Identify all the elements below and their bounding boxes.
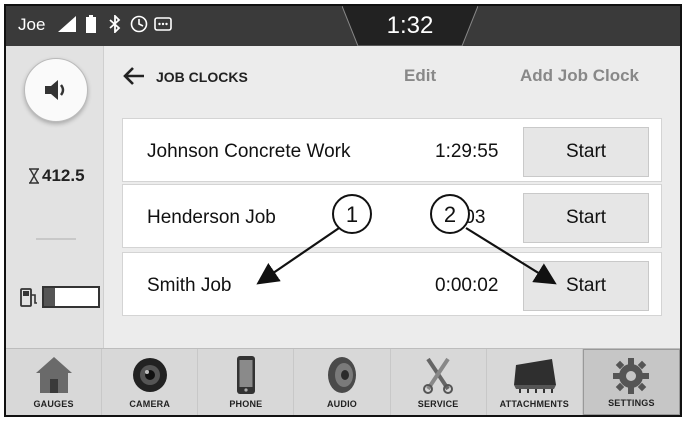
clock-icon bbox=[130, 15, 148, 33]
add-job-clock-button[interactable]: Add Job Clock bbox=[520, 66, 639, 86]
engine-hours: 412.5 bbox=[28, 166, 85, 186]
nav-label: SERVICE bbox=[417, 399, 459, 409]
nav-label: PHONE bbox=[229, 399, 263, 409]
wrench-icon bbox=[423, 357, 454, 394]
camera-icon bbox=[132, 358, 167, 392]
edit-button[interactable]: Edit bbox=[404, 66, 436, 86]
hourglass-icon bbox=[29, 168, 39, 184]
fuel-indicator bbox=[20, 286, 100, 308]
left-rail: 412.5 bbox=[6, 46, 104, 348]
nav-label: CAMERA bbox=[129, 399, 171, 409]
job-name: Smith Job bbox=[147, 275, 232, 296]
clock-time: 1:32 bbox=[386, 12, 434, 39]
phone-icon bbox=[236, 356, 255, 394]
fuel-pump-icon bbox=[20, 288, 37, 307]
clock-tab: 1:32 bbox=[342, 6, 478, 46]
nav-camera[interactable]: CAMERA bbox=[102, 349, 199, 415]
panel-header: JOB CLOCKS Edit Add Job Clock bbox=[104, 46, 680, 106]
bottom-nav: GAUGES CAMERA PHONE AUDIO SERVICE ATTACH… bbox=[6, 348, 680, 415]
job-time: 1:29:55 bbox=[435, 141, 499, 162]
job-name: Henderson Job bbox=[147, 207, 276, 228]
nav-label: ATTACHMENTS bbox=[499, 399, 569, 409]
job-row: Smith Job 0:00:02 Start bbox=[122, 252, 662, 316]
job-clocks-panel: JOB CLOCKS Edit Add Job Clock Johnson Co… bbox=[104, 46, 680, 348]
start-button[interactable]: Start bbox=[523, 193, 649, 243]
nav-service[interactable]: SERVICE bbox=[391, 349, 487, 415]
nav-label: GAUGES bbox=[33, 399, 74, 409]
job-row: Henderson Job :03 Start bbox=[122, 184, 662, 248]
battery-icon bbox=[82, 15, 100, 33]
start-button[interactable]: Start bbox=[523, 261, 649, 311]
status-icons bbox=[58, 15, 172, 33]
job-time: :03 bbox=[459, 207, 486, 228]
app-window: Joe 1:32 412.5 JOB CLOCKS Edit Add Job C… bbox=[4, 4, 682, 417]
speaker-icon bbox=[327, 357, 356, 393]
nav-audio[interactable]: AUDIO bbox=[294, 349, 391, 415]
nav-attachments[interactable]: ATTACHMENTS bbox=[487, 349, 583, 415]
volume-button[interactable] bbox=[24, 58, 88, 122]
nav-label: SETTINGS bbox=[608, 398, 655, 408]
speaker-icon bbox=[45, 80, 65, 100]
signal-icon bbox=[58, 15, 76, 33]
house-icon bbox=[35, 357, 72, 393]
nav-label: AUDIO bbox=[326, 399, 357, 409]
start-button[interactable]: Start bbox=[523, 127, 649, 177]
job-row: Johnson Concrete Work 1:29:55 Start bbox=[122, 118, 662, 182]
nav-settings[interactable]: SETTINGS bbox=[582, 349, 680, 415]
engine-hours-value: 412.5 bbox=[42, 166, 85, 185]
job-time: 0:00:02 bbox=[435, 275, 499, 296]
message-icon bbox=[154, 15, 172, 33]
bluetooth-icon bbox=[106, 15, 124, 33]
fuel-gauge bbox=[42, 286, 100, 308]
status-bar: Joe 1:32 bbox=[6, 6, 680, 46]
fuel-level-fill bbox=[44, 288, 55, 306]
user-name: Joe bbox=[18, 15, 46, 34]
job-name: Johnson Concrete Work bbox=[147, 141, 351, 162]
bucket-icon bbox=[514, 359, 557, 393]
gear-icon bbox=[613, 358, 650, 394]
page-title: JOB CLOCKS bbox=[156, 69, 248, 85]
nav-phone[interactable]: PHONE bbox=[198, 349, 295, 415]
back-arrow-icon[interactable] bbox=[122, 64, 146, 88]
nav-gauges[interactable]: GAUGES bbox=[6, 349, 103, 415]
rail-divider bbox=[36, 238, 76, 240]
